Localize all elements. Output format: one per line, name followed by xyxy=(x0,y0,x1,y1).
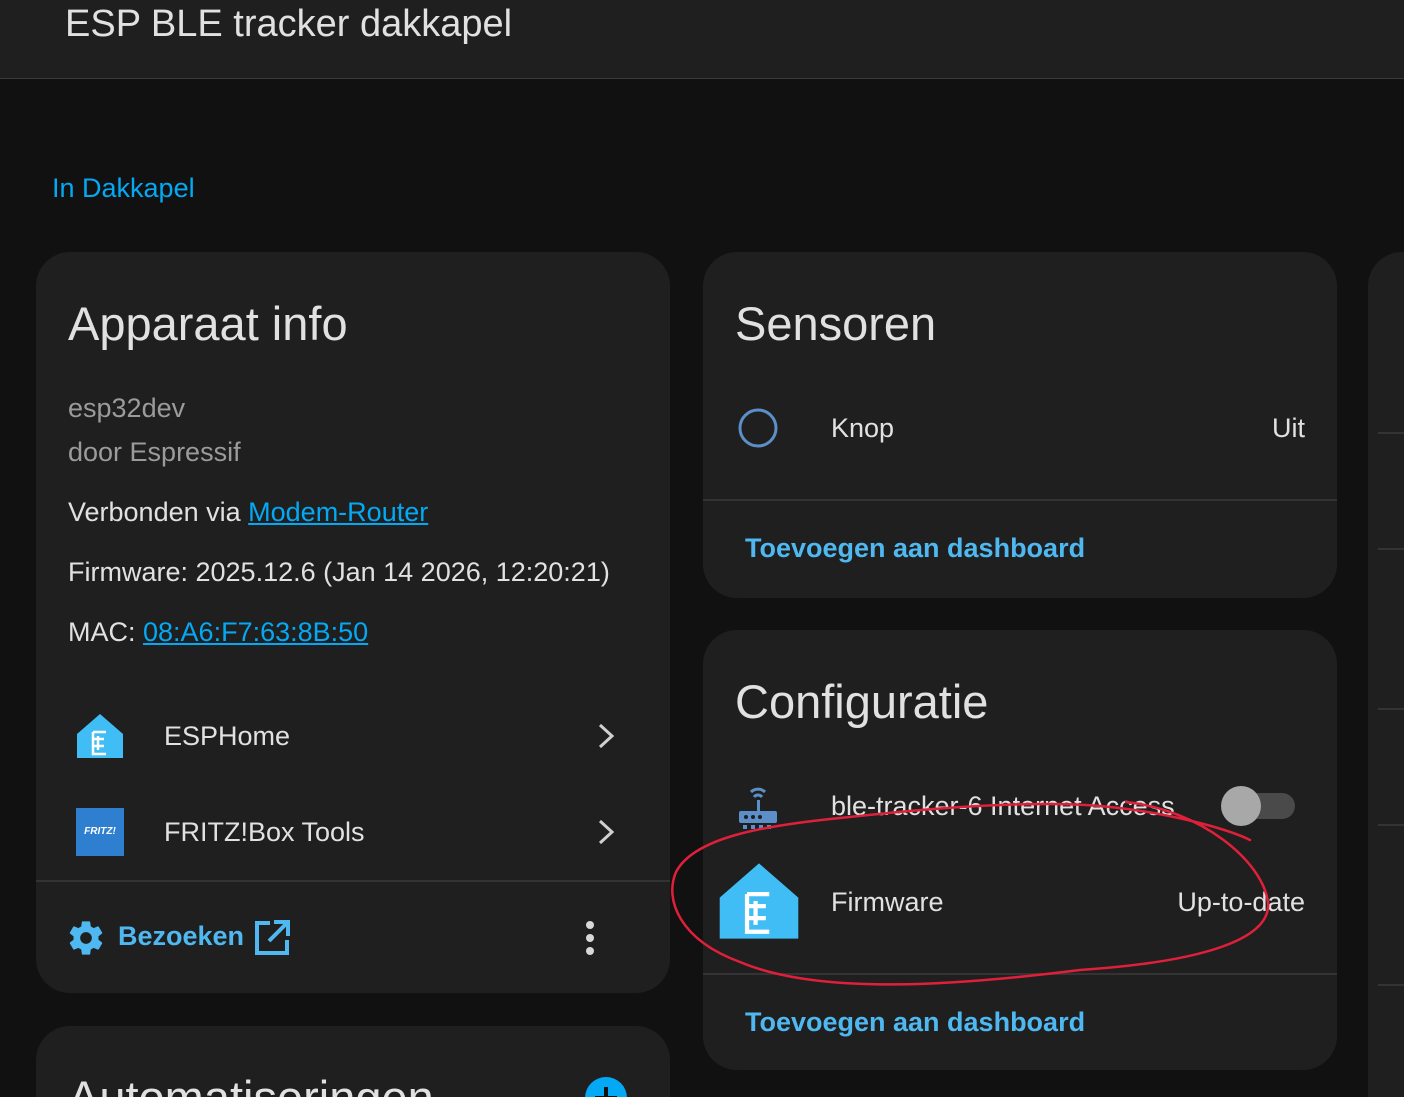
list-divider xyxy=(1378,824,1404,826)
integration-row-fritzbox[interactable]: FRITZ! FRITZ!Box Tools xyxy=(36,794,670,874)
integration-row-esphome[interactable]: ESPHome xyxy=(36,698,670,778)
add-to-dashboard-button[interactable]: Toevoegen aan dashboard xyxy=(745,1006,1085,1038)
chevron-right-icon xyxy=(598,819,615,845)
esphome-icon xyxy=(77,714,123,758)
more-vertical-icon[interactable] xyxy=(580,918,600,958)
partial-card-right xyxy=(1368,252,1404,1097)
sensor-state: Uit xyxy=(1272,413,1305,443)
router-wireless-icon xyxy=(739,787,777,829)
firmware-info: Firmware: 2025.12.6 (Jan 14 2026, 12:20:… xyxy=(68,557,610,587)
chevron-right-icon xyxy=(598,723,615,749)
connected-via-link[interactable]: Modem-Router xyxy=(248,497,428,527)
card-divider xyxy=(36,880,670,882)
visit-button[interactable]: Bezoeken xyxy=(118,920,244,952)
list-divider xyxy=(1378,548,1404,550)
card-divider xyxy=(703,973,1337,975)
area-link[interactable]: In Dakkapel xyxy=(52,172,195,204)
list-divider xyxy=(1378,984,1404,986)
mac-link[interactable]: 08:A6:F7:63:8B:50 xyxy=(143,617,368,647)
configuration-title: Configuratie xyxy=(735,675,989,728)
add-to-dashboard-button[interactable]: Toevoegen aan dashboard xyxy=(745,532,1085,564)
esphome-icon xyxy=(719,863,799,939)
card-divider xyxy=(703,499,1337,501)
add-circle-icon[interactable] xyxy=(584,1076,628,1097)
device-manufacturer: door Espressif xyxy=(68,437,241,467)
integration-label-esphome: ESPHome xyxy=(164,721,291,751)
fritzbox-icon: FRITZ! xyxy=(76,808,124,856)
config-name: Firmware xyxy=(831,887,944,917)
device-info-card: Apparaat info esp32dev door Espressif Ve… xyxy=(36,252,670,993)
integration-label-fritzbox: FRITZ!Box Tools xyxy=(164,817,365,847)
configuration-card: Configuratie ble-tracker-6 Internet Acce… xyxy=(703,630,1337,1070)
sensor-name: Knop xyxy=(831,413,895,443)
gear-icon[interactable] xyxy=(66,918,106,958)
sensors-card: Sensoren Knop Uit Toevoegen aan dashboar… xyxy=(703,252,1337,598)
automations-title: Automatiseringen xyxy=(68,1070,434,1097)
automations-card: Automatiseringen xyxy=(36,1026,670,1097)
sensor-row-knop[interactable]: Knop Uit xyxy=(703,392,1337,462)
connected-via-label: Verbonden via xyxy=(68,497,241,527)
top-app-bar: ESP BLE tracker dakkapel xyxy=(0,0,1404,79)
mac-info: MAC: 08:A6:F7:63:8B:50 xyxy=(68,616,368,648)
sensors-title: Sensoren xyxy=(735,297,937,350)
device-model: esp32dev xyxy=(68,393,186,423)
list-divider xyxy=(1378,708,1404,710)
list-divider xyxy=(1378,432,1404,434)
config-row-firmware[interactable]: Firmware Up-to-date xyxy=(703,858,1337,948)
firmware-state: Up-to-date xyxy=(1177,887,1305,917)
open-in-new-icon[interactable] xyxy=(252,918,292,958)
page-title: ESP BLE tracker dakkapel xyxy=(65,3,513,45)
mac-label: MAC: xyxy=(68,617,136,647)
config-row-internet-access[interactable]: ble-tracker-6 Internet Access xyxy=(703,770,1337,840)
device-info-title: Apparaat info xyxy=(68,297,348,350)
config-name: ble-tracker-6 Internet Access xyxy=(831,791,1175,821)
connected-via: Verbonden via Modem-Router xyxy=(68,496,428,528)
toggle-knob xyxy=(1221,786,1261,826)
circle-outline-icon xyxy=(738,408,778,448)
